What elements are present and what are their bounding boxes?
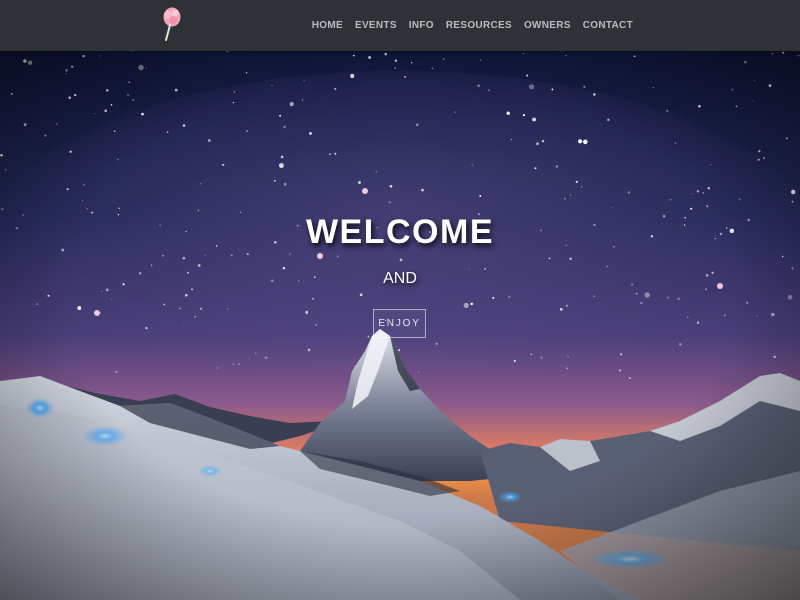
cotton-candy-logo-icon[interactable] [160,6,184,42]
enjoy-button[interactable]: ENJOY [373,309,426,338]
main-navigation: HOME EVENTS INFO RESOURCES OWNERS CONTAC… [300,0,633,51]
nav-events-link[interactable]: EVENTS [355,20,397,31]
top-navbar: HOME EVENTS INFO RESOURCES OWNERS CONTAC… [0,0,800,51]
nav-info-link[interactable]: INFO [409,20,434,31]
hero-title: WELCOME [305,213,495,251]
nav-resources-link[interactable]: RESOURCES [446,20,512,31]
nav-home-link[interactable]: HOME [312,20,343,31]
hero-section: WELCOME AND ENJOY [0,51,800,600]
hero-subtitle: AND [383,270,417,287]
nav-owners-link[interactable]: OWNERS [524,20,571,31]
nav-contact-link[interactable]: CONTACT [583,20,633,31]
hero-content: WELCOME AND ENJOY [0,51,800,600]
